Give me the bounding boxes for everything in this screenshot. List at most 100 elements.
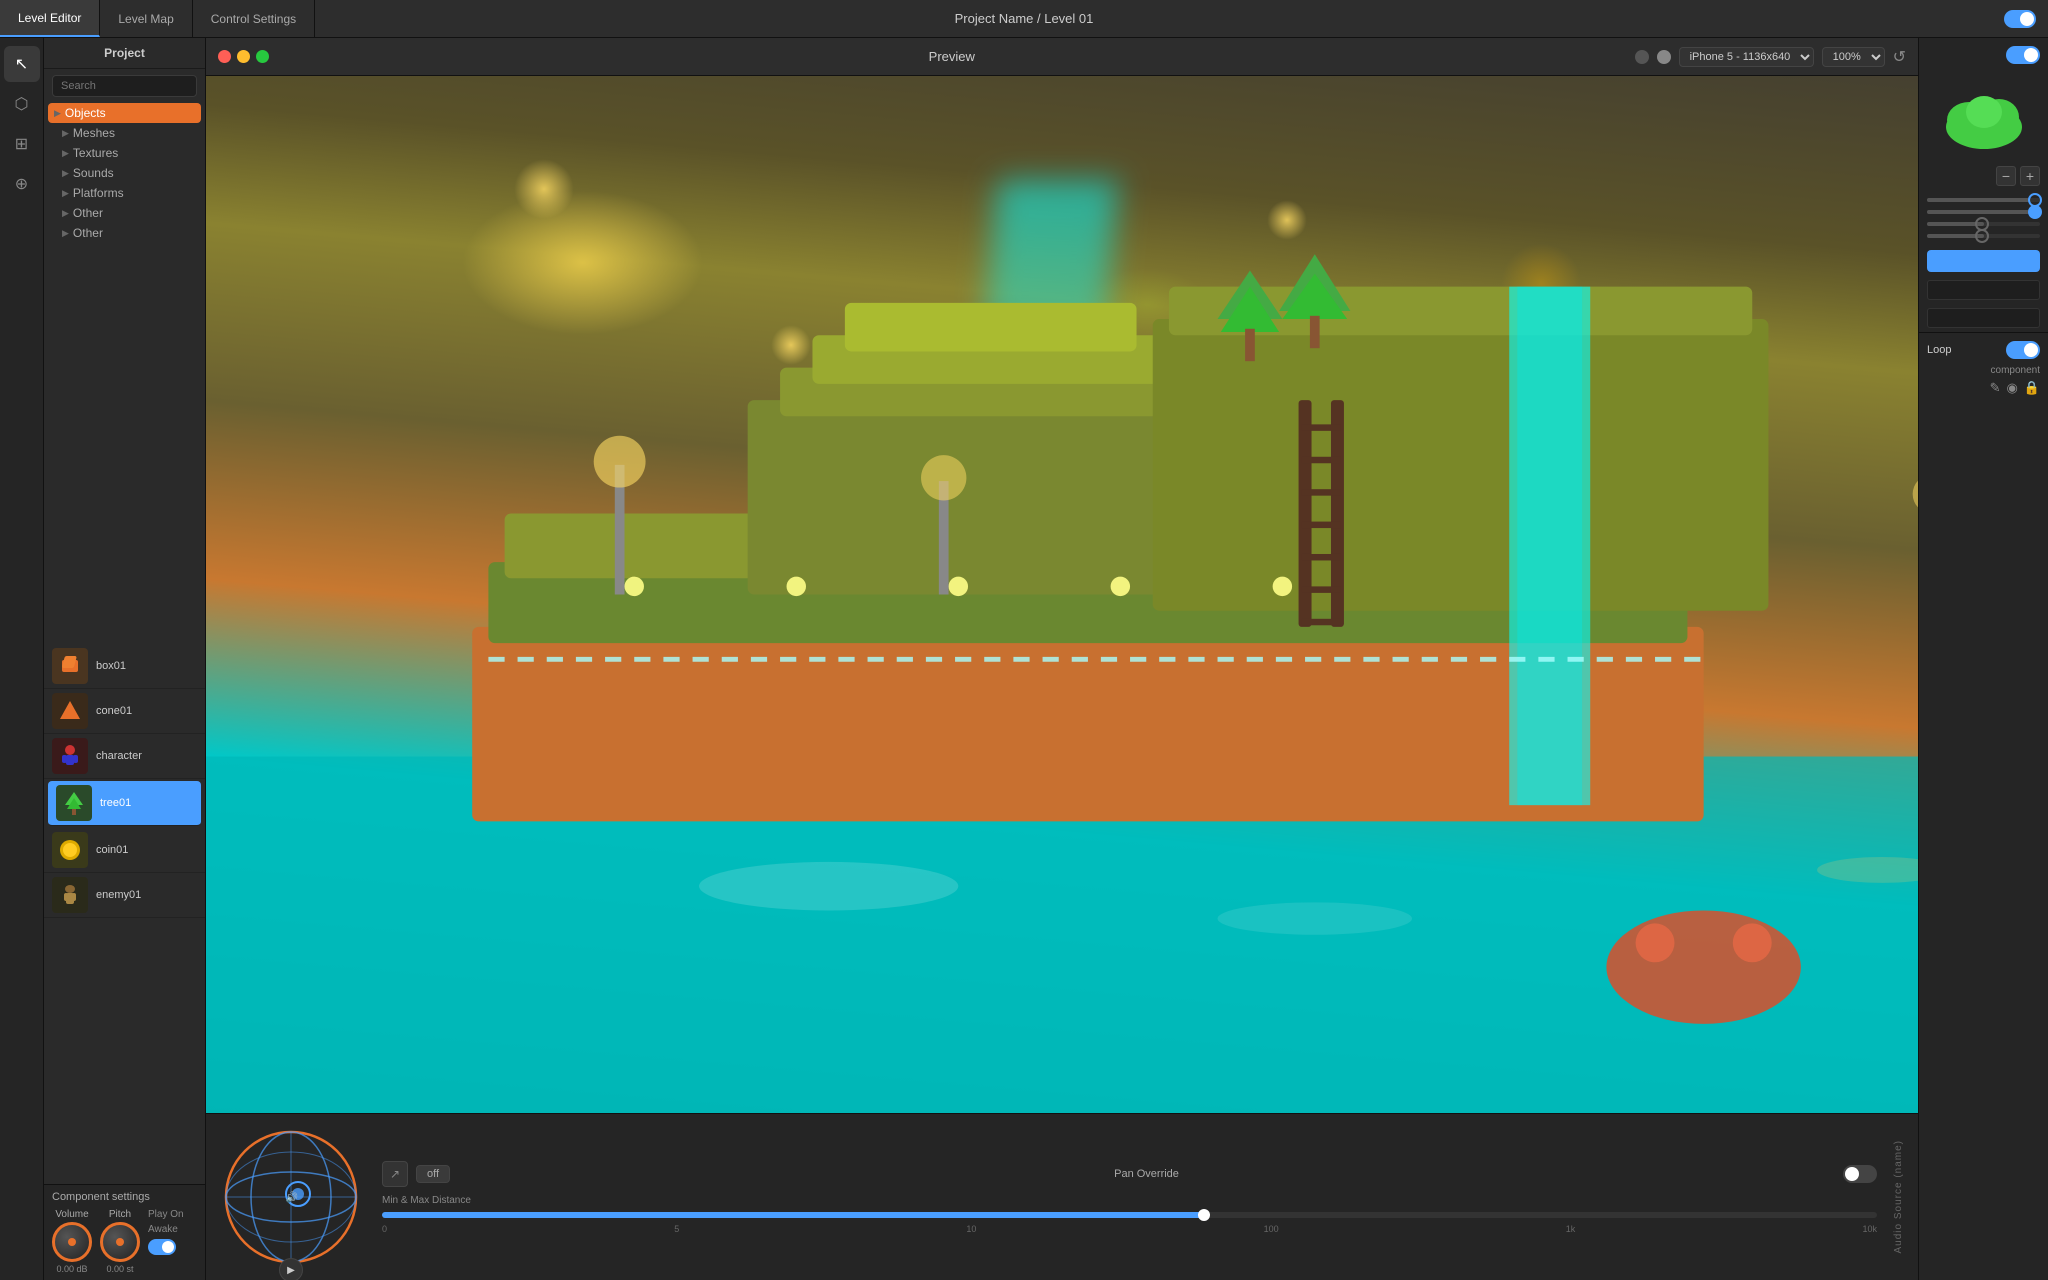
icon-bar-grid[interactable]: ⊞	[4, 126, 40, 162]
chevron-icon: ▶	[54, 108, 61, 119]
titlebar-right-controls	[2004, 10, 2036, 28]
object-item-tree01[interactable]: tree01	[48, 781, 201, 826]
pitch-label: Pitch	[109, 1209, 131, 1220]
refresh-icon[interactable]: ↺	[1893, 47, 1906, 67]
preview-bar: Preview iPhone 5 - 1136x640 100% ↺	[206, 38, 1918, 76]
voxel-scene-svg	[206, 76, 1918, 1113]
right-panel-toggle[interactable]	[2006, 46, 2040, 64]
chevron-icon: ▶	[62, 168, 69, 179]
tab-control-settings[interactable]: Control Settings	[193, 0, 315, 37]
preview-traffic-lights	[218, 50, 269, 63]
object-item-coin01[interactable]: coin01	[44, 828, 205, 873]
box01-icon	[52, 648, 88, 684]
volume-value: 0.00 dB	[56, 1264, 87, 1274]
volume-knob[interactable]	[52, 1222, 92, 1262]
play-button[interactable]: ▶	[279, 1258, 303, 1280]
sidebar-tree: ▶ Objects ▶ Meshes ▶ Textures ▶ Sounds ▶…	[44, 103, 205, 644]
center-area: Preview iPhone 5 - 1136x640 100% ↺	[206, 38, 1918, 1280]
coin01-icon	[52, 832, 88, 868]
pan-override-label: Pan Override	[458, 1168, 1835, 1180]
distance-marks: 0 5 10 100 1k 10k	[382, 1224, 1877, 1234]
distance-slider[interactable]	[382, 1212, 1877, 1218]
slider-3[interactable]	[1927, 222, 2040, 226]
tree01-label: tree01	[100, 797, 131, 809]
preview-dark-circle[interactable]	[1635, 50, 1649, 64]
chevron-icon: ▶	[62, 148, 69, 159]
edit-icon[interactable]: ✎	[1990, 380, 2001, 396]
plus-minus-controls: − +	[1919, 162, 2048, 190]
right-sliders	[1919, 190, 2048, 246]
eye-icon[interactable]: ◉	[2006, 380, 2017, 396]
plus-button[interactable]: +	[2020, 166, 2040, 186]
cone01-icon	[52, 693, 88, 729]
right-toggle-area	[1919, 38, 2048, 72]
device-dropdown[interactable]: iPhone 5 - 1136x640	[1679, 47, 1814, 67]
enemy01-icon	[52, 877, 88, 913]
preview-title: Preview	[269, 49, 1635, 64]
preview-maximize[interactable]	[256, 50, 269, 63]
preview-minimize[interactable]	[237, 50, 250, 63]
preview-close[interactable]	[218, 50, 231, 63]
loop-toggle[interactable]	[2006, 341, 2040, 359]
distance-label: Min & Max Distance	[382, 1195, 1877, 1206]
cloud-decoration	[1919, 82, 2048, 152]
bottom-icons: ✎ ◉ 🔒	[1927, 380, 2040, 396]
chevron-icon: ▶	[62, 128, 69, 139]
tree01-icon	[56, 785, 92, 821]
volume-label: Volume	[55, 1209, 88, 1220]
audio-source-label: Audio Source (name)	[1893, 1140, 1904, 1254]
preview-light-circle[interactable]	[1657, 50, 1671, 64]
titlebar: Level Editor Level Map Control Settings …	[0, 0, 2048, 38]
preview-controls: iPhone 5 - 1136x640 100% ↺	[1635, 47, 1906, 67]
icon-bar-shapes[interactable]: ⬡	[4, 86, 40, 122]
lock-icon[interactable]: 🔒	[2024, 380, 2040, 396]
search-input[interactable]	[52, 75, 197, 97]
window-title: Project Name / Level 01	[955, 11, 1094, 26]
blue-bar[interactable]	[1927, 250, 2040, 272]
slider-4-thumb[interactable]	[1975, 229, 1989, 243]
sidebar-item-textures[interactable]: ▶ Textures	[44, 143, 205, 163]
bottom-controls: 🔊 ▶ ↗ off Pan Override Min & Max Distanc…	[206, 1113, 1918, 1280]
character-label: character	[96, 750, 142, 762]
object-item-box01[interactable]: box01	[44, 644, 205, 689]
loop-label: Loop	[1927, 344, 1951, 356]
sidebar-item-other2[interactable]: ▶ Other	[44, 223, 205, 243]
tab-level-map[interactable]: Level Map	[100, 0, 192, 37]
top-right-toggle[interactable]	[2004, 10, 2036, 28]
object-item-enemy01[interactable]: enemy01	[44, 873, 205, 918]
left-sidebar: Project ▶ Objects ▶ Meshes ▶ Textures ▶ …	[44, 38, 206, 1280]
loop-row: Loop	[1927, 341, 2040, 359]
slider-2-thumb[interactable]	[2028, 205, 2042, 219]
text-field-2[interactable]	[1927, 308, 2040, 328]
off-button[interactable]: off	[416, 1165, 450, 1183]
tab-level-editor[interactable]: Level Editor	[0, 0, 100, 37]
loop-section: Loop component ✎ ◉ 🔒	[1919, 332, 2048, 404]
sidebar-item-objects[interactable]: ▶ Objects	[48, 103, 201, 123]
enemy01-label: enemy01	[96, 889, 141, 901]
zoom-dropdown[interactable]: 100%	[1822, 47, 1885, 67]
diagonal-arrow-icon: ↗	[382, 1161, 408, 1187]
icon-bar-globe[interactable]: ⊕	[4, 166, 40, 202]
box01-label: box01	[96, 660, 126, 672]
character-icon	[52, 738, 88, 774]
icon-bar-cursor[interactable]: ↖	[4, 46, 40, 82]
pan-override-controls: ↗ off Pan Override Min & Max Distance 0 …	[382, 1161, 1877, 1234]
slider-row-3	[1927, 222, 2040, 226]
sidebar-item-other1[interactable]: ▶ Other	[44, 203, 205, 223]
sidebar-item-platforms[interactable]: ▶ Platforms	[44, 183, 205, 203]
text-field-1[interactable]	[1927, 280, 2040, 300]
pan-override-toggle[interactable]	[1843, 1165, 1877, 1183]
sidebar-item-sounds[interactable]: ▶ Sounds	[44, 163, 205, 183]
minus-button[interactable]: −	[1996, 166, 2016, 186]
awake-toggle[interactable]	[148, 1239, 176, 1255]
sidebar-item-meshes[interactable]: ▶ Meshes	[44, 123, 205, 143]
chevron-icon: ▶	[62, 228, 69, 239]
pitch-value: 0.00 st	[106, 1264, 133, 1274]
object-item-cone01[interactable]: cone01	[44, 689, 205, 734]
object-item-character[interactable]: character	[44, 734, 205, 779]
slider-2[interactable]	[1927, 210, 2040, 214]
slider-4[interactable]	[1927, 234, 2040, 238]
slider-1[interactable]	[1927, 198, 2040, 202]
distance-slider-thumb[interactable]	[1198, 1209, 1210, 1221]
pitch-knob[interactable]	[100, 1222, 140, 1262]
